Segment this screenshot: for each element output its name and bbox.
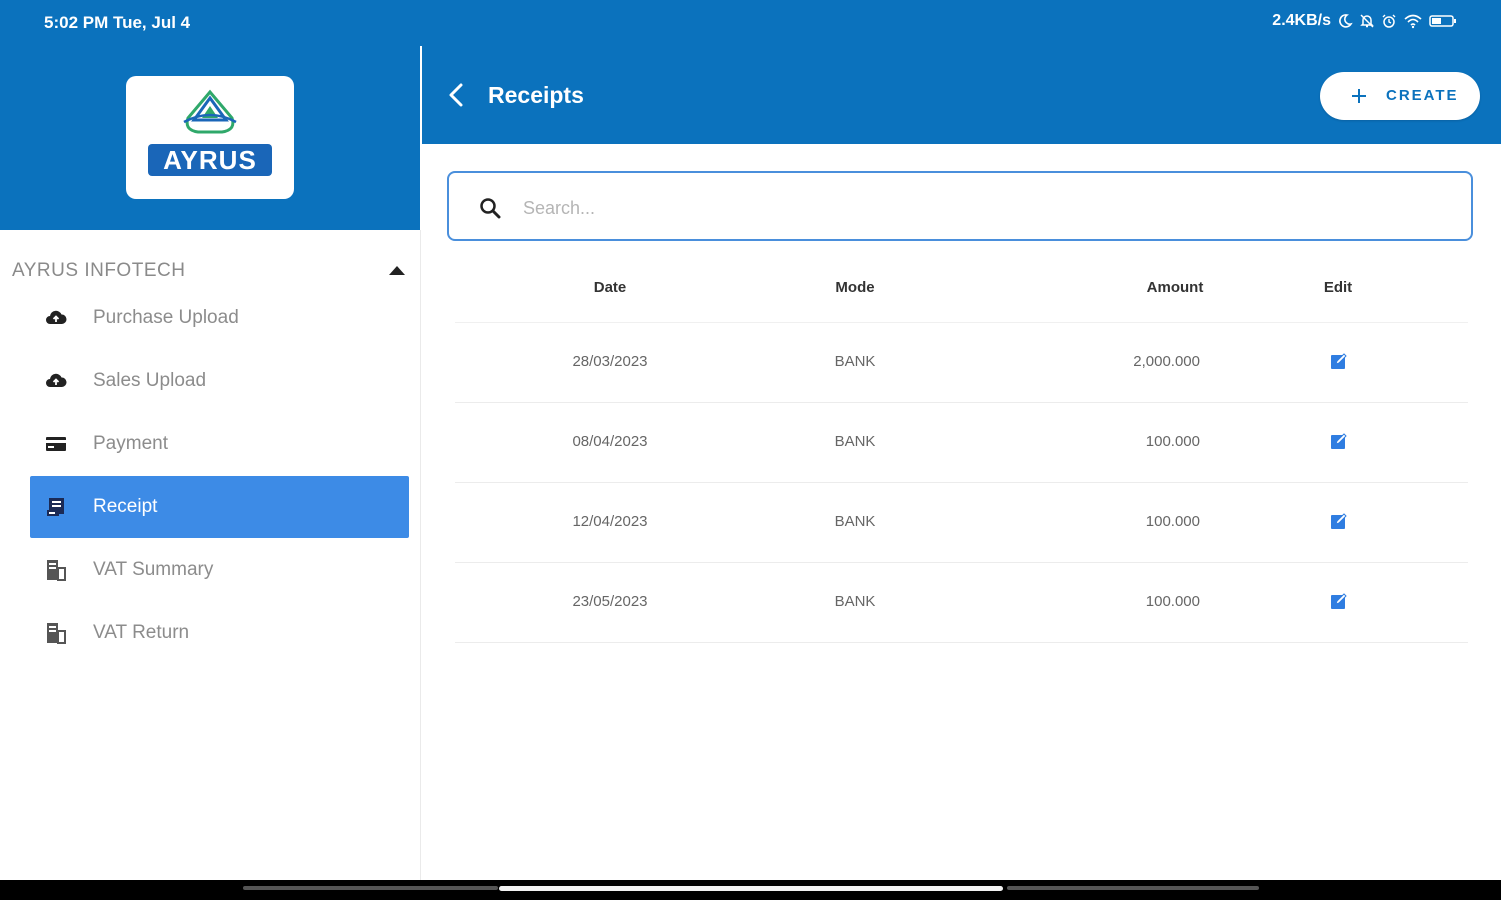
sidebar: AYRUS INFOTECH Purchase Upload Sales Upl… bbox=[0, 230, 421, 880]
sidebar-item-label: Receipt bbox=[93, 496, 158, 517]
sidebar-header: AYRUS bbox=[0, 46, 420, 230]
cell-date: 08/04/2023 bbox=[572, 433, 648, 450]
document-icon bbox=[47, 560, 66, 581]
logo-emblem-icon bbox=[183, 89, 237, 134]
cell-date: 12/04/2023 bbox=[572, 513, 648, 530]
sidebar-item-label: VAT Summary bbox=[93, 559, 214, 580]
column-header-mode: Mode bbox=[835, 279, 875, 296]
cell-mode: BANK bbox=[834, 513, 876, 530]
alarm-icon bbox=[1382, 14, 1396, 28]
company-logo: AYRUS bbox=[126, 76, 294, 199]
search-icon bbox=[480, 198, 501, 219]
column-header-edit: Edit bbox=[1323, 279, 1353, 296]
search-box bbox=[447, 171, 1473, 241]
table-header: Date Mode Amount Edit bbox=[455, 252, 1468, 323]
cell-amount: 100.000 bbox=[1145, 593, 1200, 610]
sidebar-item-payment[interactable]: Payment bbox=[30, 413, 409, 475]
card-icon bbox=[46, 437, 66, 451]
search-input[interactable] bbox=[521, 193, 1425, 223]
sidebar-item-label: VAT Return bbox=[93, 622, 190, 643]
table-row[interactable]: 28/03/2023 BANK 2,000.000 bbox=[455, 323, 1468, 403]
sidebar-item-label: Purchase Upload bbox=[93, 307, 239, 328]
table-row[interactable]: 12/04/2023 BANK 100.000 bbox=[455, 483, 1468, 563]
bell-off-icon bbox=[1360, 14, 1374, 28]
cloud-upload-icon bbox=[46, 373, 67, 387]
battery-icon bbox=[1429, 15, 1456, 27]
cell-date: 23/05/2023 bbox=[572, 593, 648, 610]
cell-mode: BANK bbox=[834, 593, 876, 610]
sidebar-section-title[interactable]: AYRUS INFOTECH bbox=[12, 260, 185, 282]
cell-amount: 100.000 bbox=[1145, 433, 1200, 450]
table-row[interactable]: 23/05/2023 BANK 100.000 bbox=[455, 563, 1468, 643]
network-speed: 2.4KB/s bbox=[1272, 12, 1331, 29]
cell-mode: BANK bbox=[834, 433, 876, 450]
document-icon bbox=[47, 623, 66, 644]
create-button[interactable]: CREATE bbox=[1320, 72, 1480, 120]
app-bar: Receipts CREATE bbox=[422, 46, 1501, 144]
table-row[interactable]: 08/04/2023 BANK 100.000 bbox=[455, 403, 1468, 483]
column-header-date: Date bbox=[593, 279, 627, 296]
logo-text: AYRUS bbox=[148, 144, 272, 176]
sidebar-item-vat-return[interactable]: VAT Return bbox=[30, 602, 409, 664]
page-title: Receipts bbox=[488, 82, 584, 108]
status-time: 5:02 PM Tue, Jul 4 bbox=[44, 13, 191, 32]
edit-icon[interactable] bbox=[1329, 431, 1349, 451]
create-button-label: CREATE bbox=[1386, 87, 1459, 104]
edit-icon[interactable] bbox=[1329, 591, 1349, 611]
nav-handle-right bbox=[1007, 886, 1259, 890]
cell-mode: BANK bbox=[834, 353, 876, 370]
cell-amount: 2,000.000 bbox=[1133, 353, 1200, 370]
status-icons: 2.4KB/s bbox=[1272, 12, 1457, 30]
wifi-icon bbox=[1404, 14, 1422, 29]
moon-icon bbox=[1339, 14, 1353, 28]
collapse-caret-icon[interactable] bbox=[389, 266, 405, 275]
column-header-amount: Amount bbox=[1146, 279, 1204, 296]
back-arrow-icon[interactable] bbox=[446, 82, 468, 108]
home-gesture-handle[interactable] bbox=[499, 886, 1003, 891]
nav-handle-left bbox=[243, 886, 498, 890]
cell-date: 28/03/2023 bbox=[572, 353, 648, 370]
sidebar-item-label: Payment bbox=[93, 433, 168, 454]
edit-icon[interactable] bbox=[1329, 351, 1349, 371]
cloud-upload-icon bbox=[46, 310, 67, 324]
sidebar-item-label: Sales Upload bbox=[93, 370, 207, 391]
status-bar: 5:02 PM Tue, Jul 4 2.4KB/s bbox=[0, 0, 1501, 46]
plus-icon bbox=[1352, 89, 1366, 103]
receipt-icon bbox=[47, 498, 64, 516]
cell-amount: 100.000 bbox=[1145, 513, 1200, 530]
sidebar-item-sales-upload[interactable]: Sales Upload bbox=[30, 350, 409, 412]
sidebar-item-receipt[interactable]: Receipt bbox=[30, 476, 409, 538]
sidebar-item-purchase-upload[interactable]: Purchase Upload bbox=[30, 287, 409, 349]
sidebar-item-vat-summary[interactable]: VAT Summary bbox=[30, 539, 409, 601]
receipts-table: Date Mode Amount Edit 28/03/2023 BANK 2,… bbox=[455, 252, 1468, 643]
edit-icon[interactable] bbox=[1329, 511, 1349, 531]
